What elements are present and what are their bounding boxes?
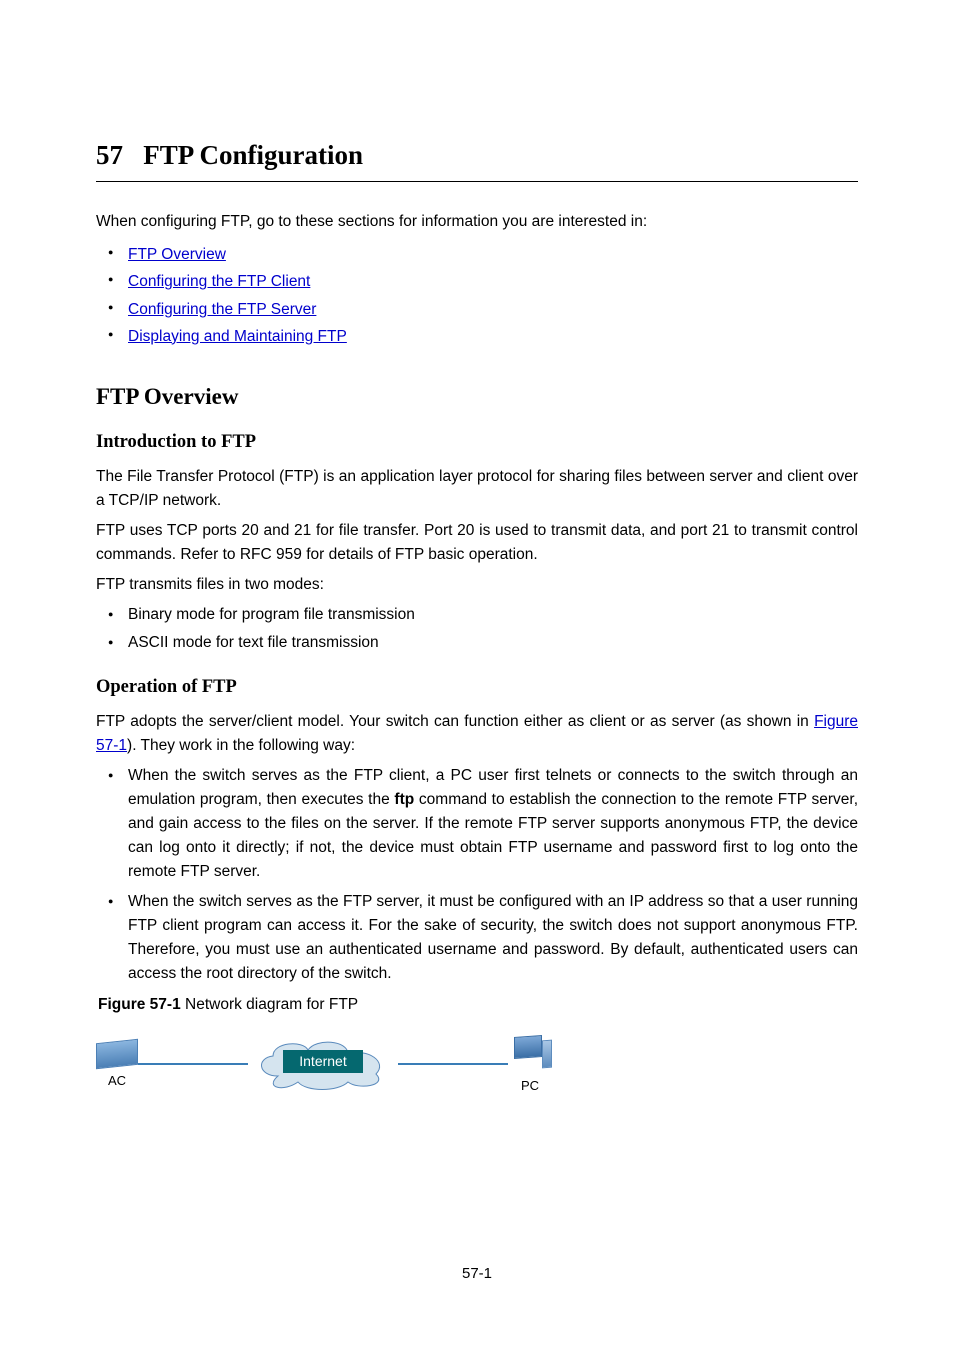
toc-link-list: FTP Overview Configuring the FTP Client …: [96, 241, 858, 350]
para-operation-intro: FTP adopts the server/client model. Your…: [96, 710, 858, 758]
node-ac: AC: [96, 1041, 138, 1088]
para-intro-1: The File Transfer Protocol (FTP) is an a…: [96, 465, 858, 513]
list-transfer-modes: Binary mode for program file transmissio…: [96, 603, 858, 655]
connector-line: [138, 1063, 248, 1065]
list-operation: When the switch serves as the FTP client…: [96, 764, 858, 986]
cloud-label: Internet: [283, 1050, 363, 1073]
label-ac: AC: [108, 1073, 126, 1088]
page-number: 57-1: [0, 1265, 954, 1282]
heading-operation-ftp: Operation of FTP: [96, 677, 858, 698]
list-item: Binary mode for program file transmissio…: [128, 603, 858, 627]
toc-link-ftp-server[interactable]: Configuring the FTP Server: [128, 301, 316, 318]
command-ftp: ftp: [394, 791, 414, 808]
heading-ftp-overview: FTP Overview: [96, 384, 858, 410]
toc-link-ftp-overview[interactable]: FTP Overview: [128, 246, 226, 263]
toc-link-ftp-client[interactable]: Configuring the FTP Client: [128, 273, 310, 290]
list-item: ASCII mode for text file transmission: [128, 631, 858, 655]
heading-intro-ftp: Introduction to FTP: [96, 432, 858, 453]
cloud-icon: Internet: [248, 1036, 398, 1092]
text-span: ). They work in the following way:: [127, 737, 355, 754]
node-pc: PC: [508, 1036, 552, 1093]
chapter-title-text: FTP Configuration: [143, 140, 363, 170]
figure-caption: Figure 57-1 Network diagram for FTP: [98, 996, 858, 1014]
figure-diagram: AC Internet PC: [96, 1024, 858, 1104]
figure-caption-text: Network diagram for FTP: [185, 996, 358, 1013]
title-rule: [96, 181, 858, 182]
switch-icon: [96, 1038, 138, 1068]
para-intro-2: FTP uses TCP ports 20 and 21 for file tr…: [96, 519, 858, 567]
text-span: FTP adopts the server/client model. Your…: [96, 713, 814, 730]
intro-text: When configuring FTP, go to these sectio…: [96, 210, 858, 233]
label-pc: PC: [521, 1078, 539, 1093]
chapter-number: 57: [96, 140, 123, 170]
list-item: When the switch serves as the FTP client…: [128, 764, 858, 884]
list-item: When the switch serves as the FTP server…: [128, 890, 858, 986]
chapter-title: 57 FTP Configuration: [96, 140, 858, 171]
figure-label: Figure 57-1: [98, 996, 181, 1013]
connector-line: [398, 1063, 508, 1065]
para-intro-3: FTP transmits files in two modes:: [96, 573, 858, 597]
toc-link-ftp-display[interactable]: Displaying and Maintaining FTP: [128, 328, 347, 345]
pc-icon: [508, 1036, 552, 1072]
